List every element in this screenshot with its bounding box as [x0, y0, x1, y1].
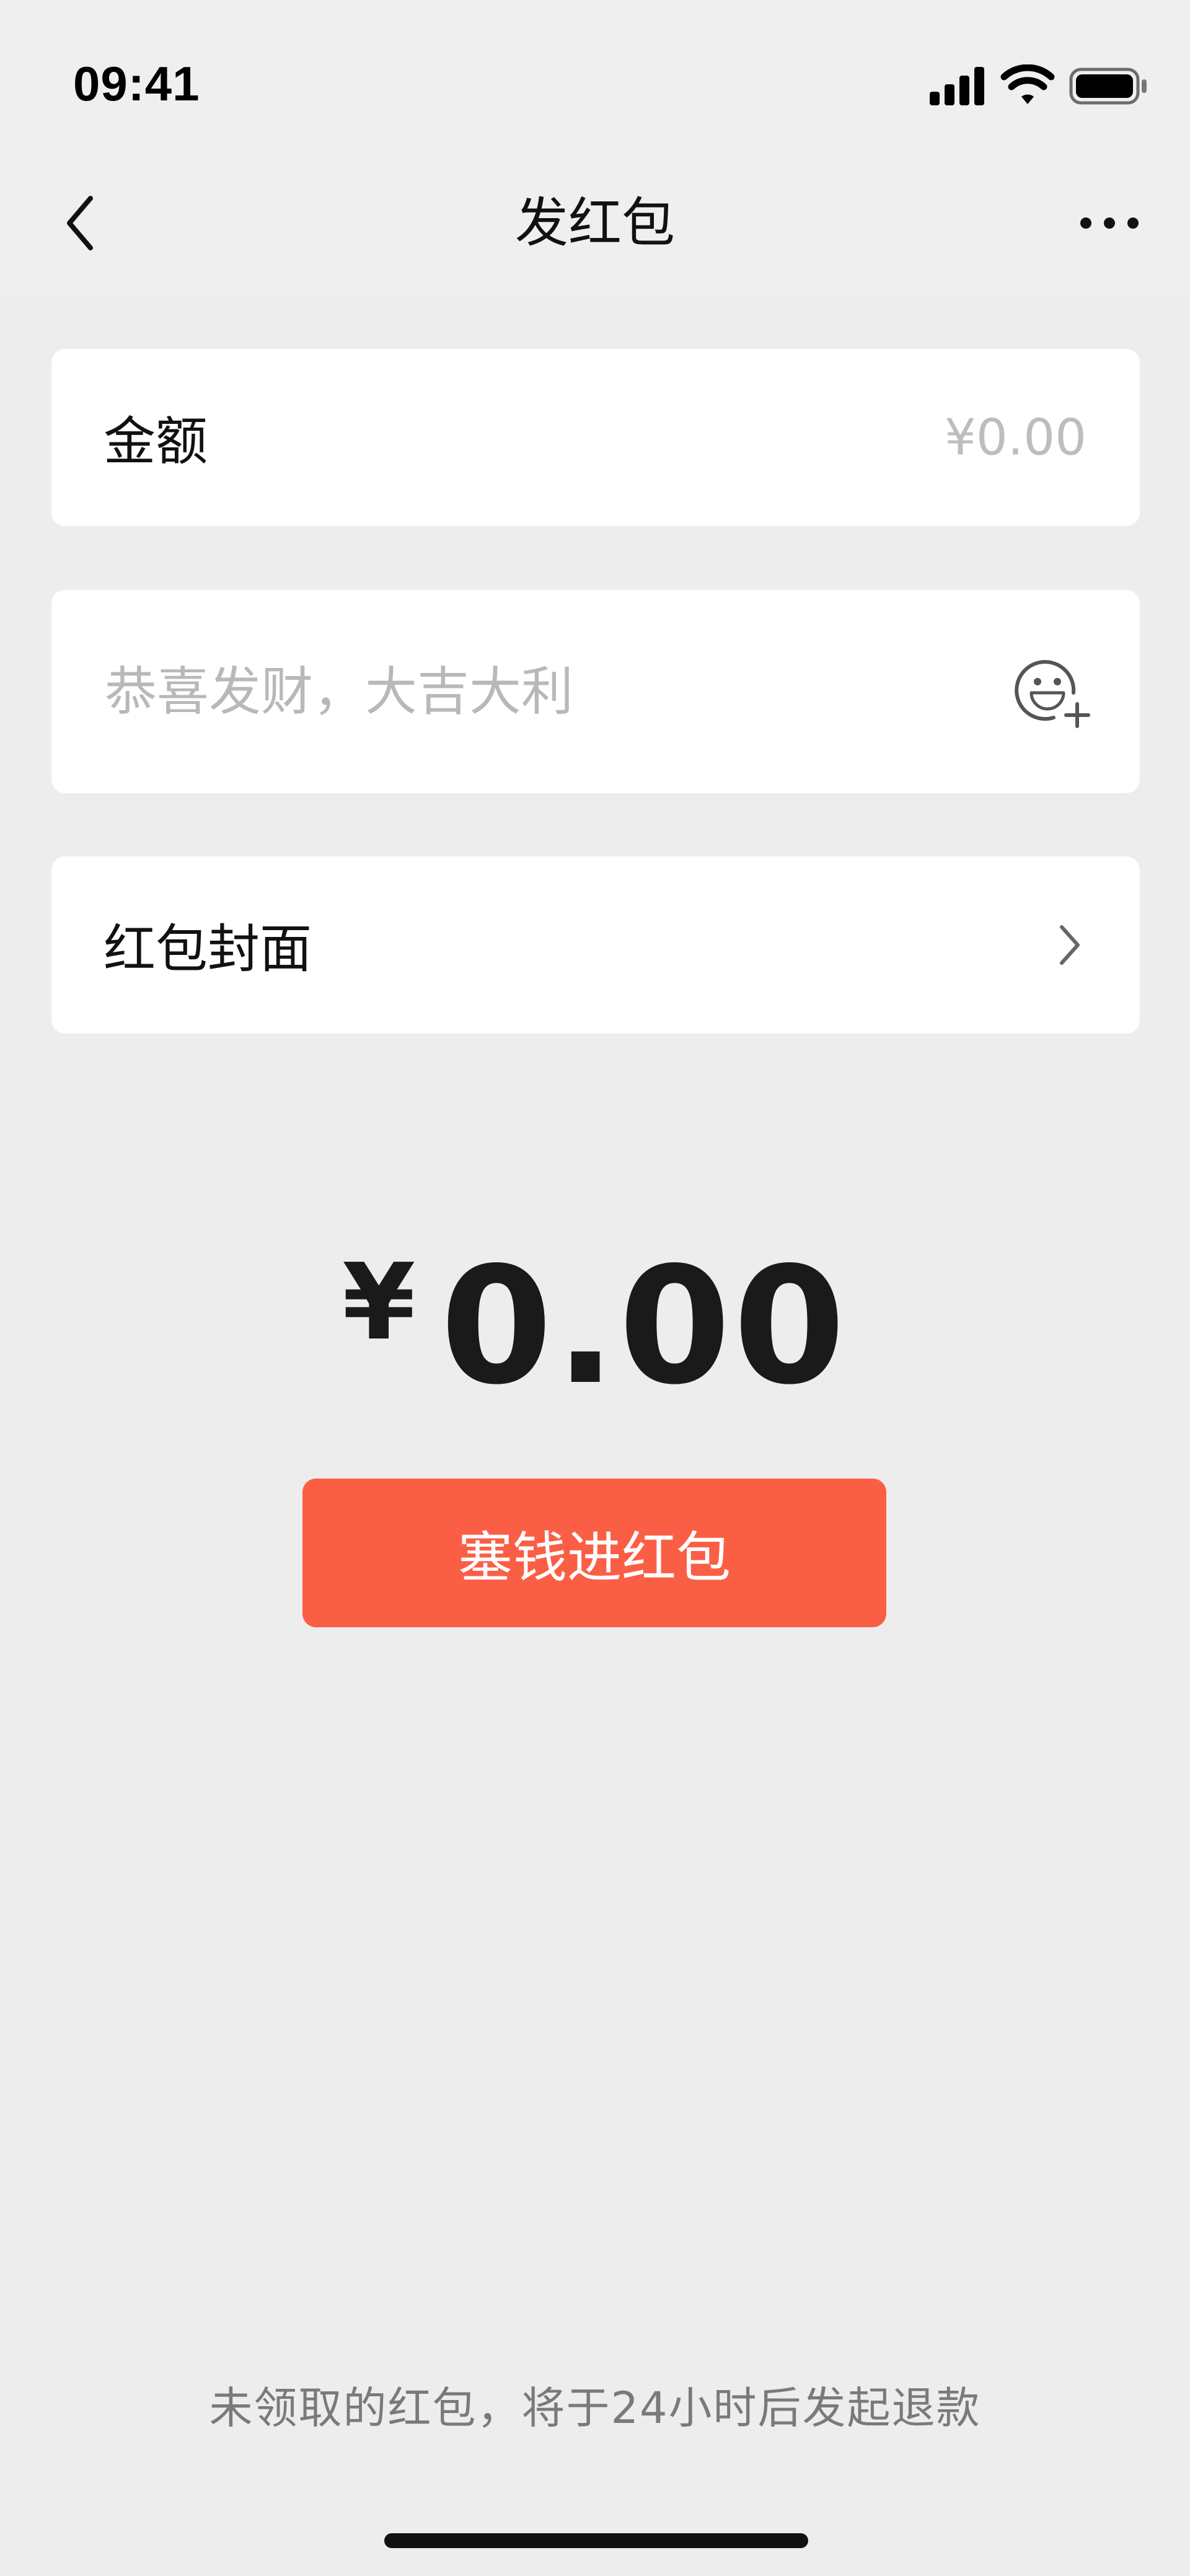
nav-bar: 发红包: [0, 149, 1190, 297]
cover-label: 红包封面: [104, 918, 312, 980]
chevron-left-icon: [67, 196, 93, 250]
chevron-right-icon: [1060, 925, 1080, 965]
cover-card[interactable]: 红包封面: [51, 856, 1140, 1034]
total-currency: ¥: [342, 1241, 416, 1364]
amount-input[interactable]: [651, 408, 1088, 467]
emoji-add-icon: [1015, 660, 1090, 728]
cover-chevron: [1051, 917, 1088, 973]
status-time: 09:41: [73, 56, 200, 111]
refund-note: 未领取的红包，将于24小时后发起退款: [209, 2383, 981, 2433]
back-button[interactable]: [43, 186, 118, 260]
status-icons: [930, 64, 1153, 108]
amount-card: 金额: [51, 349, 1140, 526]
wifi-icon: [1000, 64, 1055, 104]
cellular-signal-icon: [930, 67, 984, 105]
submit-button[interactable]: 塞钱进红包: [302, 1479, 886, 1627]
more-horizontal-icon: [1080, 218, 1139, 229]
greeting-card: [51, 590, 1140, 793]
status-bar: 09:41: [0, 0, 1190, 149]
page-title: 发红包: [515, 192, 675, 254]
total-value: 0.00: [440, 1233, 848, 1420]
total-amount: ¥0.00: [0, 1233, 1190, 1420]
emoji-button[interactable]: [1010, 648, 1096, 735]
more-button[interactable]: [1066, 186, 1153, 260]
home-indicator[interactable]: [384, 2533, 808, 2548]
greeting-input[interactable]: [104, 661, 974, 723]
battery-icon: [1069, 68, 1147, 105]
submit-label: 塞钱进红包: [457, 1525, 731, 1589]
amount-label: 金额: [104, 411, 208, 472]
